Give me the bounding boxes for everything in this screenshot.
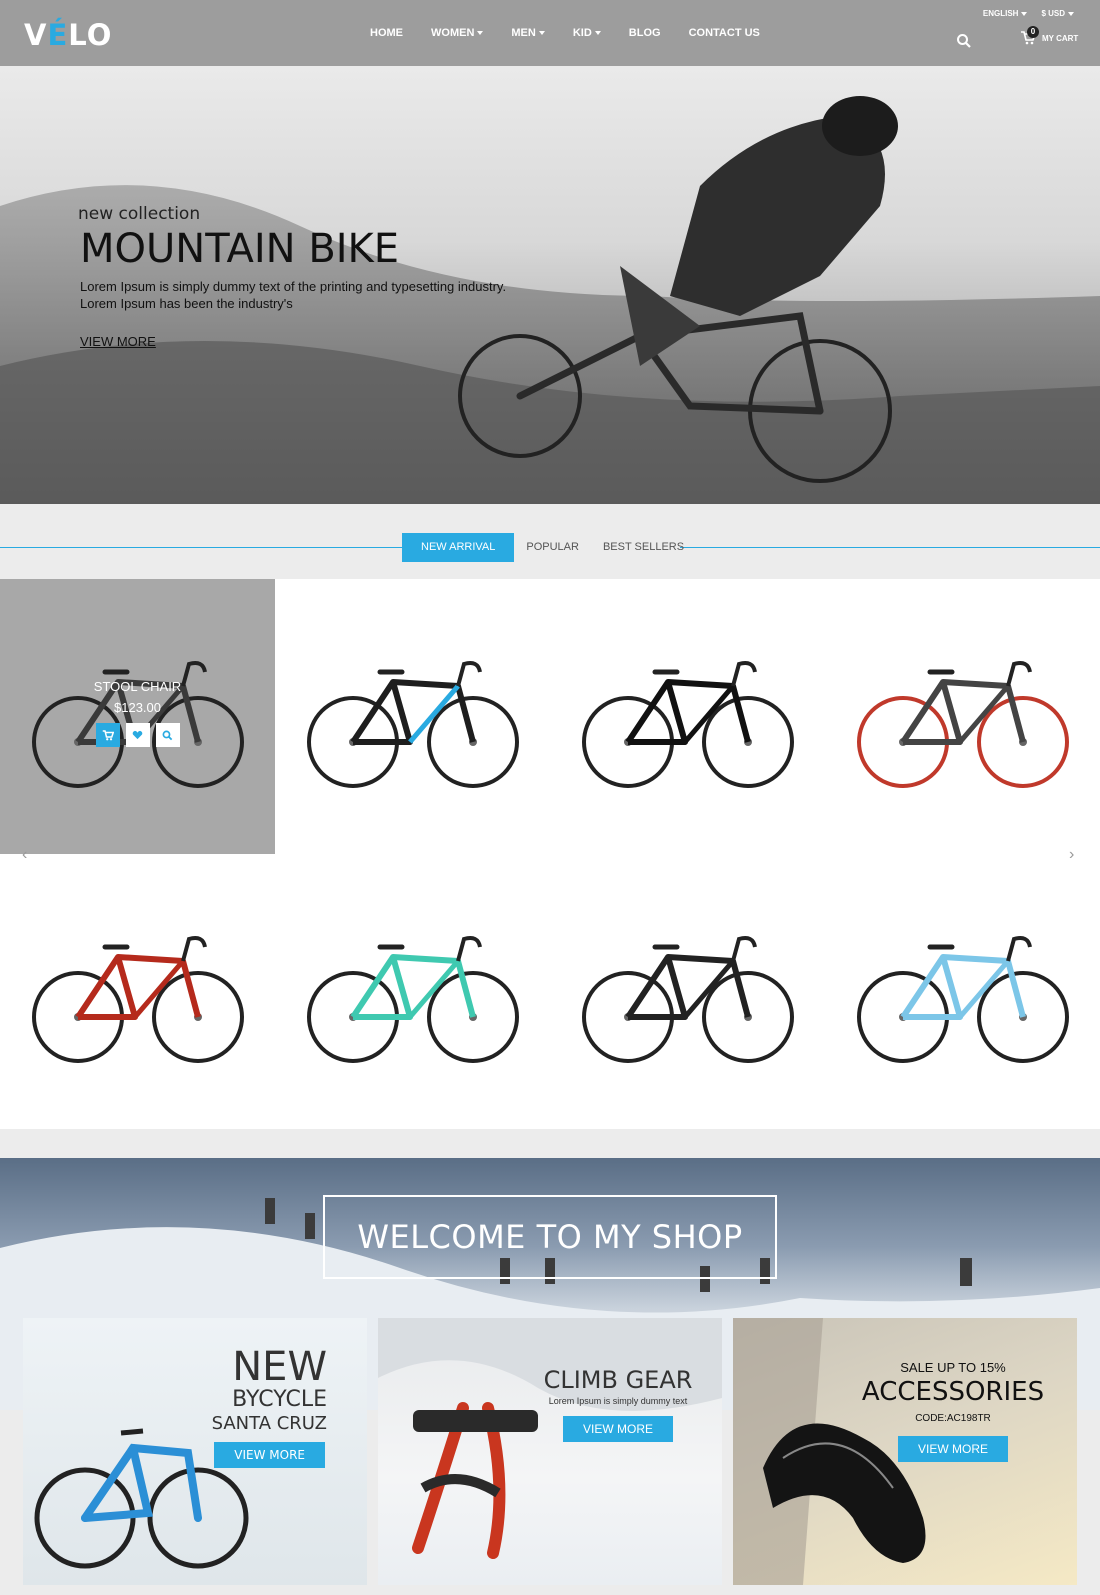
promo-card-climb-gear[interactable]: CLIMB GEAR Lorem Ipsum is simply dummy t… xyxy=(378,1318,722,1585)
product-grid: STOOL CHAIR $123.00 xyxy=(0,579,1100,1129)
main-nav: HOME WOMEN MEN KID BLOG CONTACT US xyxy=(370,27,760,39)
cart-icon: 0 xyxy=(1020,26,1039,45)
product-card[interactable] xyxy=(275,579,550,854)
welcome-title: WELCOME TO MY SHOP xyxy=(357,1218,743,1256)
promo-title: NEW xyxy=(232,1344,327,1390)
tabs-divider-left xyxy=(0,547,402,548)
cart-icon xyxy=(102,729,114,740)
cart-count-badge: 0 xyxy=(1027,26,1039,38)
chevron-down-icon xyxy=(1068,11,1074,16)
product-name: STOOL CHAIR xyxy=(93,679,182,694)
welcome-title-box: WELCOME TO MY SHOP xyxy=(323,1195,777,1279)
tab-best-sellers[interactable]: BEST SELLERS xyxy=(591,533,696,562)
hero-banner: new collection MOUNTAIN BIKE Lorem Ipsum… xyxy=(0,66,1100,504)
product-image xyxy=(306,660,519,788)
top-utility-bar: ENGLISH $ USD xyxy=(983,9,1074,18)
hero-view-more-link[interactable]: VIEW MORE xyxy=(80,334,156,349)
chevron-down-icon xyxy=(538,31,545,36)
nav-item-home[interactable]: HOME xyxy=(370,27,403,39)
product-card[interactable] xyxy=(825,854,1100,1129)
product-price: $123.00 xyxy=(114,700,161,715)
add-to-cart-button[interactable] xyxy=(95,723,120,747)
hero-title: MOUNTAIN BIKE xyxy=(80,226,400,272)
promo-card-accessories[interactable]: SALE UP TO 15% ACCESSORIES CODE:AC198TR … xyxy=(733,1318,1077,1585)
nav-item-contact[interactable]: CONTACT US xyxy=(689,27,760,39)
product-image xyxy=(581,660,794,788)
wishlist-button[interactable] xyxy=(125,723,150,747)
product-hover-overlay: STOOL CHAIR $123.00 xyxy=(0,679,275,747)
product-image xyxy=(31,935,244,1063)
product-image xyxy=(856,935,1069,1063)
hero-subtitle: new collection xyxy=(78,204,201,224)
product-image xyxy=(856,660,1069,788)
hero-text-block: new collection MOUNTAIN BIKE Lorem Ipsum… xyxy=(78,204,540,351)
product-card[interactable] xyxy=(825,579,1100,854)
product-tabs: NEW ARRIVAL POPULAR BEST SELLERS xyxy=(402,533,696,562)
view-more-button[interactable]: VIEW MORE xyxy=(897,1436,1008,1462)
tabs-divider-right xyxy=(680,547,1100,548)
promo-card-bicycle[interactable]: NEW BYCYCLE SANTA CRUZ VIEW MORE xyxy=(23,1318,367,1585)
language-selector[interactable]: ENGLISH xyxy=(983,9,1028,18)
product-image xyxy=(581,935,794,1063)
quick-view-button[interactable] xyxy=(155,723,180,747)
chevron-down-icon xyxy=(594,31,601,36)
promo-brand: SANTA CRUZ xyxy=(211,1413,327,1434)
product-card[interactable] xyxy=(550,854,825,1129)
logo[interactable]: VÉLO xyxy=(24,18,112,52)
harness-image xyxy=(378,1318,722,1559)
carousel-next-icon[interactable]: › xyxy=(1069,846,1074,864)
product-actions xyxy=(0,723,275,747)
chevron-down-icon xyxy=(477,31,484,36)
tab-popular[interactable]: POPULAR xyxy=(514,533,591,562)
view-more-button[interactable]: VIEW MORE xyxy=(562,1416,673,1442)
promo-text: SALE UP TO 15% ACCESSORIES CODE:AC198TR … xyxy=(853,1360,1053,1462)
promo-title: ACCESSORIES xyxy=(861,1377,1045,1407)
nav-item-women[interactable]: WOMEN xyxy=(431,27,484,39)
product-card[interactable]: STOOL CHAIR $123.00 xyxy=(0,579,275,854)
search-icon xyxy=(162,730,173,740)
carousel-prev-icon[interactable]: ‹ xyxy=(22,846,27,864)
heart-icon xyxy=(132,730,143,740)
product-image xyxy=(306,935,519,1063)
promo-code: CODE:AC198TR xyxy=(915,1413,991,1424)
promo-sale-label: SALE UP TO 15% xyxy=(900,1360,1006,1375)
promo-text: CLIMB GEAR Lorem Ipsum is simply dummy t… xyxy=(528,1366,708,1442)
chevron-down-icon xyxy=(1021,11,1028,16)
promo-title: CLIMB GEAR xyxy=(543,1366,693,1394)
nav-item-kid[interactable]: KID xyxy=(573,27,601,39)
nav-item-men[interactable]: MEN xyxy=(511,27,545,39)
currency-selector[interactable]: $ USD xyxy=(1041,9,1074,18)
tab-new-arrival[interactable]: NEW ARRIVAL xyxy=(402,533,515,562)
nav-item-blog[interactable]: BLOG xyxy=(629,27,661,39)
product-card[interactable] xyxy=(0,854,275,1129)
view-more-button[interactable]: VIEW MORE xyxy=(214,1442,325,1468)
promo-subtitle: BYCYCLE xyxy=(232,1387,327,1412)
search-icon[interactable] xyxy=(956,33,972,49)
cart-button[interactable]: 0 MY CART xyxy=(1020,26,1078,45)
promo-subtitle: Lorem Ipsum is simply dummy text xyxy=(548,1396,688,1406)
product-card[interactable] xyxy=(275,854,550,1129)
promo-text: NEW BYCYCLE SANTA CRUZ VIEW MORE xyxy=(212,1346,327,1468)
hero-description: Lorem Ipsum is simply dummy text of the … xyxy=(80,279,507,311)
product-card[interactable] xyxy=(550,579,825,854)
